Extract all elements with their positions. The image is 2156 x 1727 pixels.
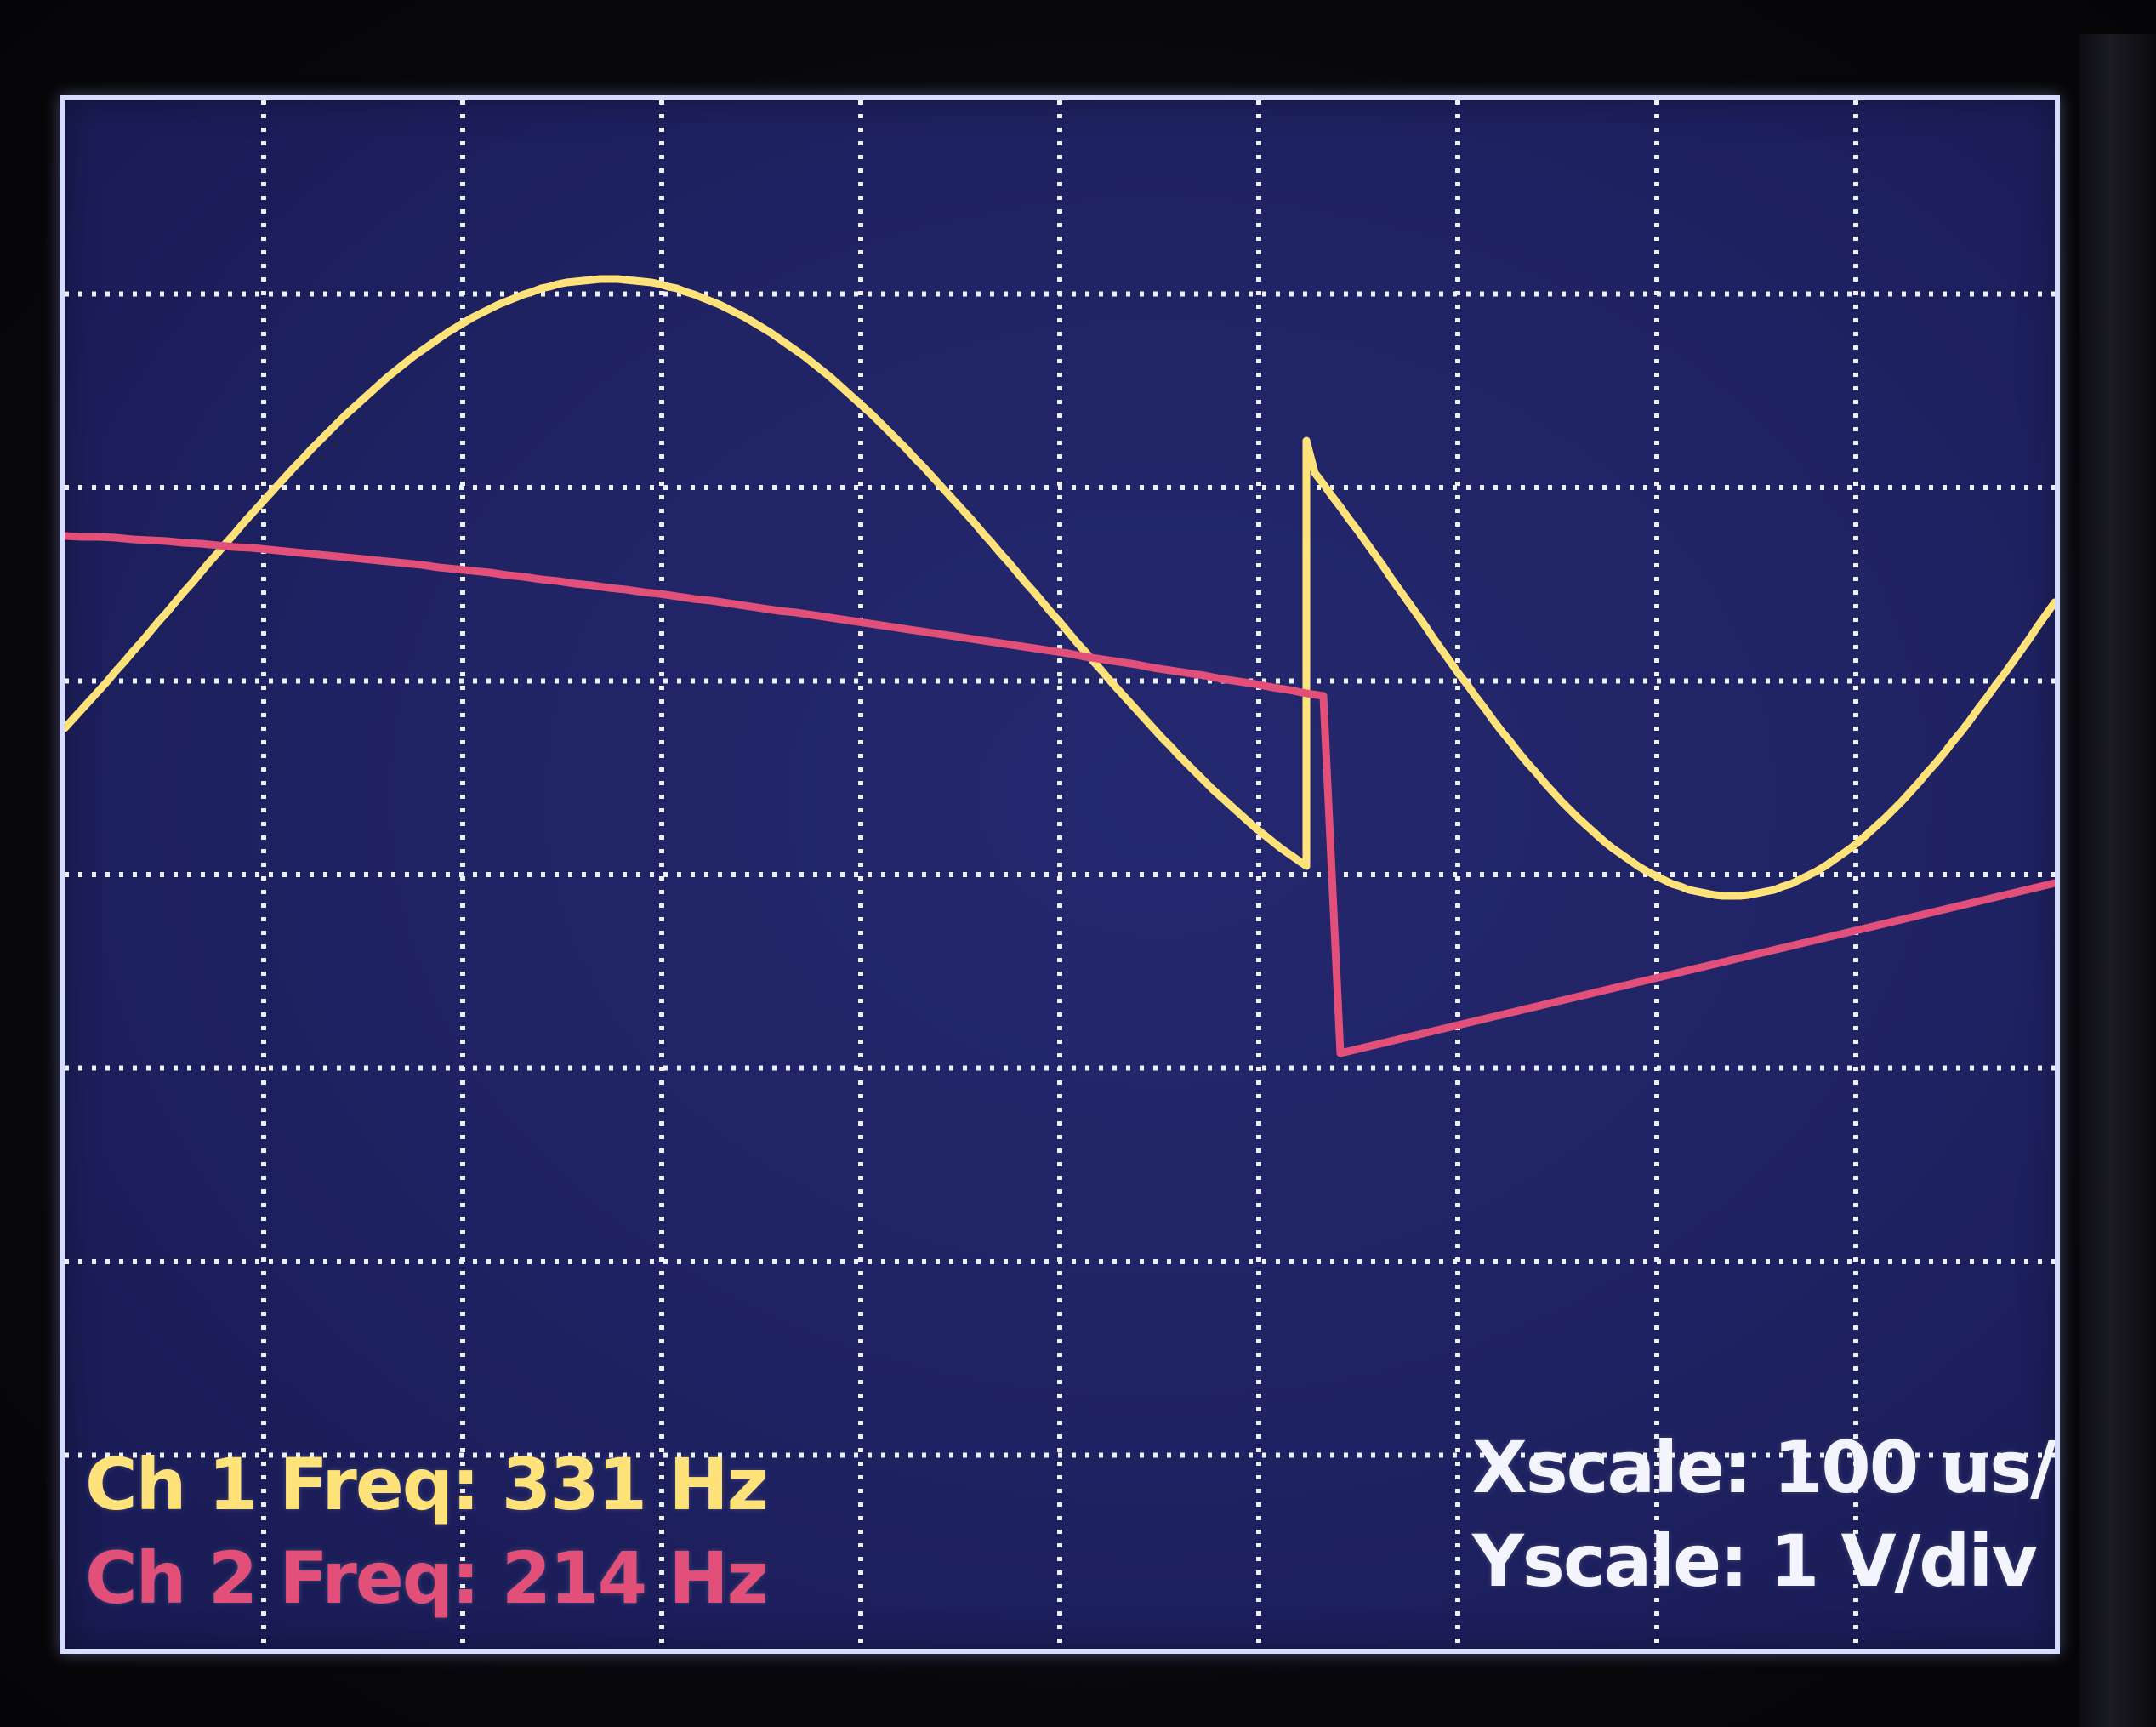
graticule-grid [65,100,2055,1649]
channel-2-frequency-value: 214 Hz [501,1536,769,1620]
x-scale-readout: Xscale: 100 us/div [1472,1432,2055,1503]
channel-2-frequency-label: Ch 2 Freq: [85,1536,502,1620]
oscilloscope-screen: Ch 1 Freq: 331 Hz Ch 2 Freq: 214 Hz Xsca… [60,95,2060,1654]
y-scale-readout: Yscale: 1 V/div [1472,1525,2038,1597]
device-bezel-edge [2079,34,2156,1727]
x-scale-label: Xscale: [1472,1426,1773,1509]
waveform-display [65,100,2055,1649]
y-scale-value: 1 V/div [1769,1519,2038,1603]
channel-1-frequency-readout: Ch 1 Freq: 331 Hz [85,1449,769,1520]
x-scale-value: 100 us/div [1772,1426,2055,1509]
channel-1-frequency-value: 331 Hz [501,1443,769,1526]
channel-1-frequency-label: Ch 1 Freq: [85,1443,502,1526]
y-scale-label: Yscale: [1472,1519,1770,1603]
channel-2-frequency-readout: Ch 2 Freq: 214 Hz [85,1542,769,1614]
channel-1-waveform [65,275,2055,900]
